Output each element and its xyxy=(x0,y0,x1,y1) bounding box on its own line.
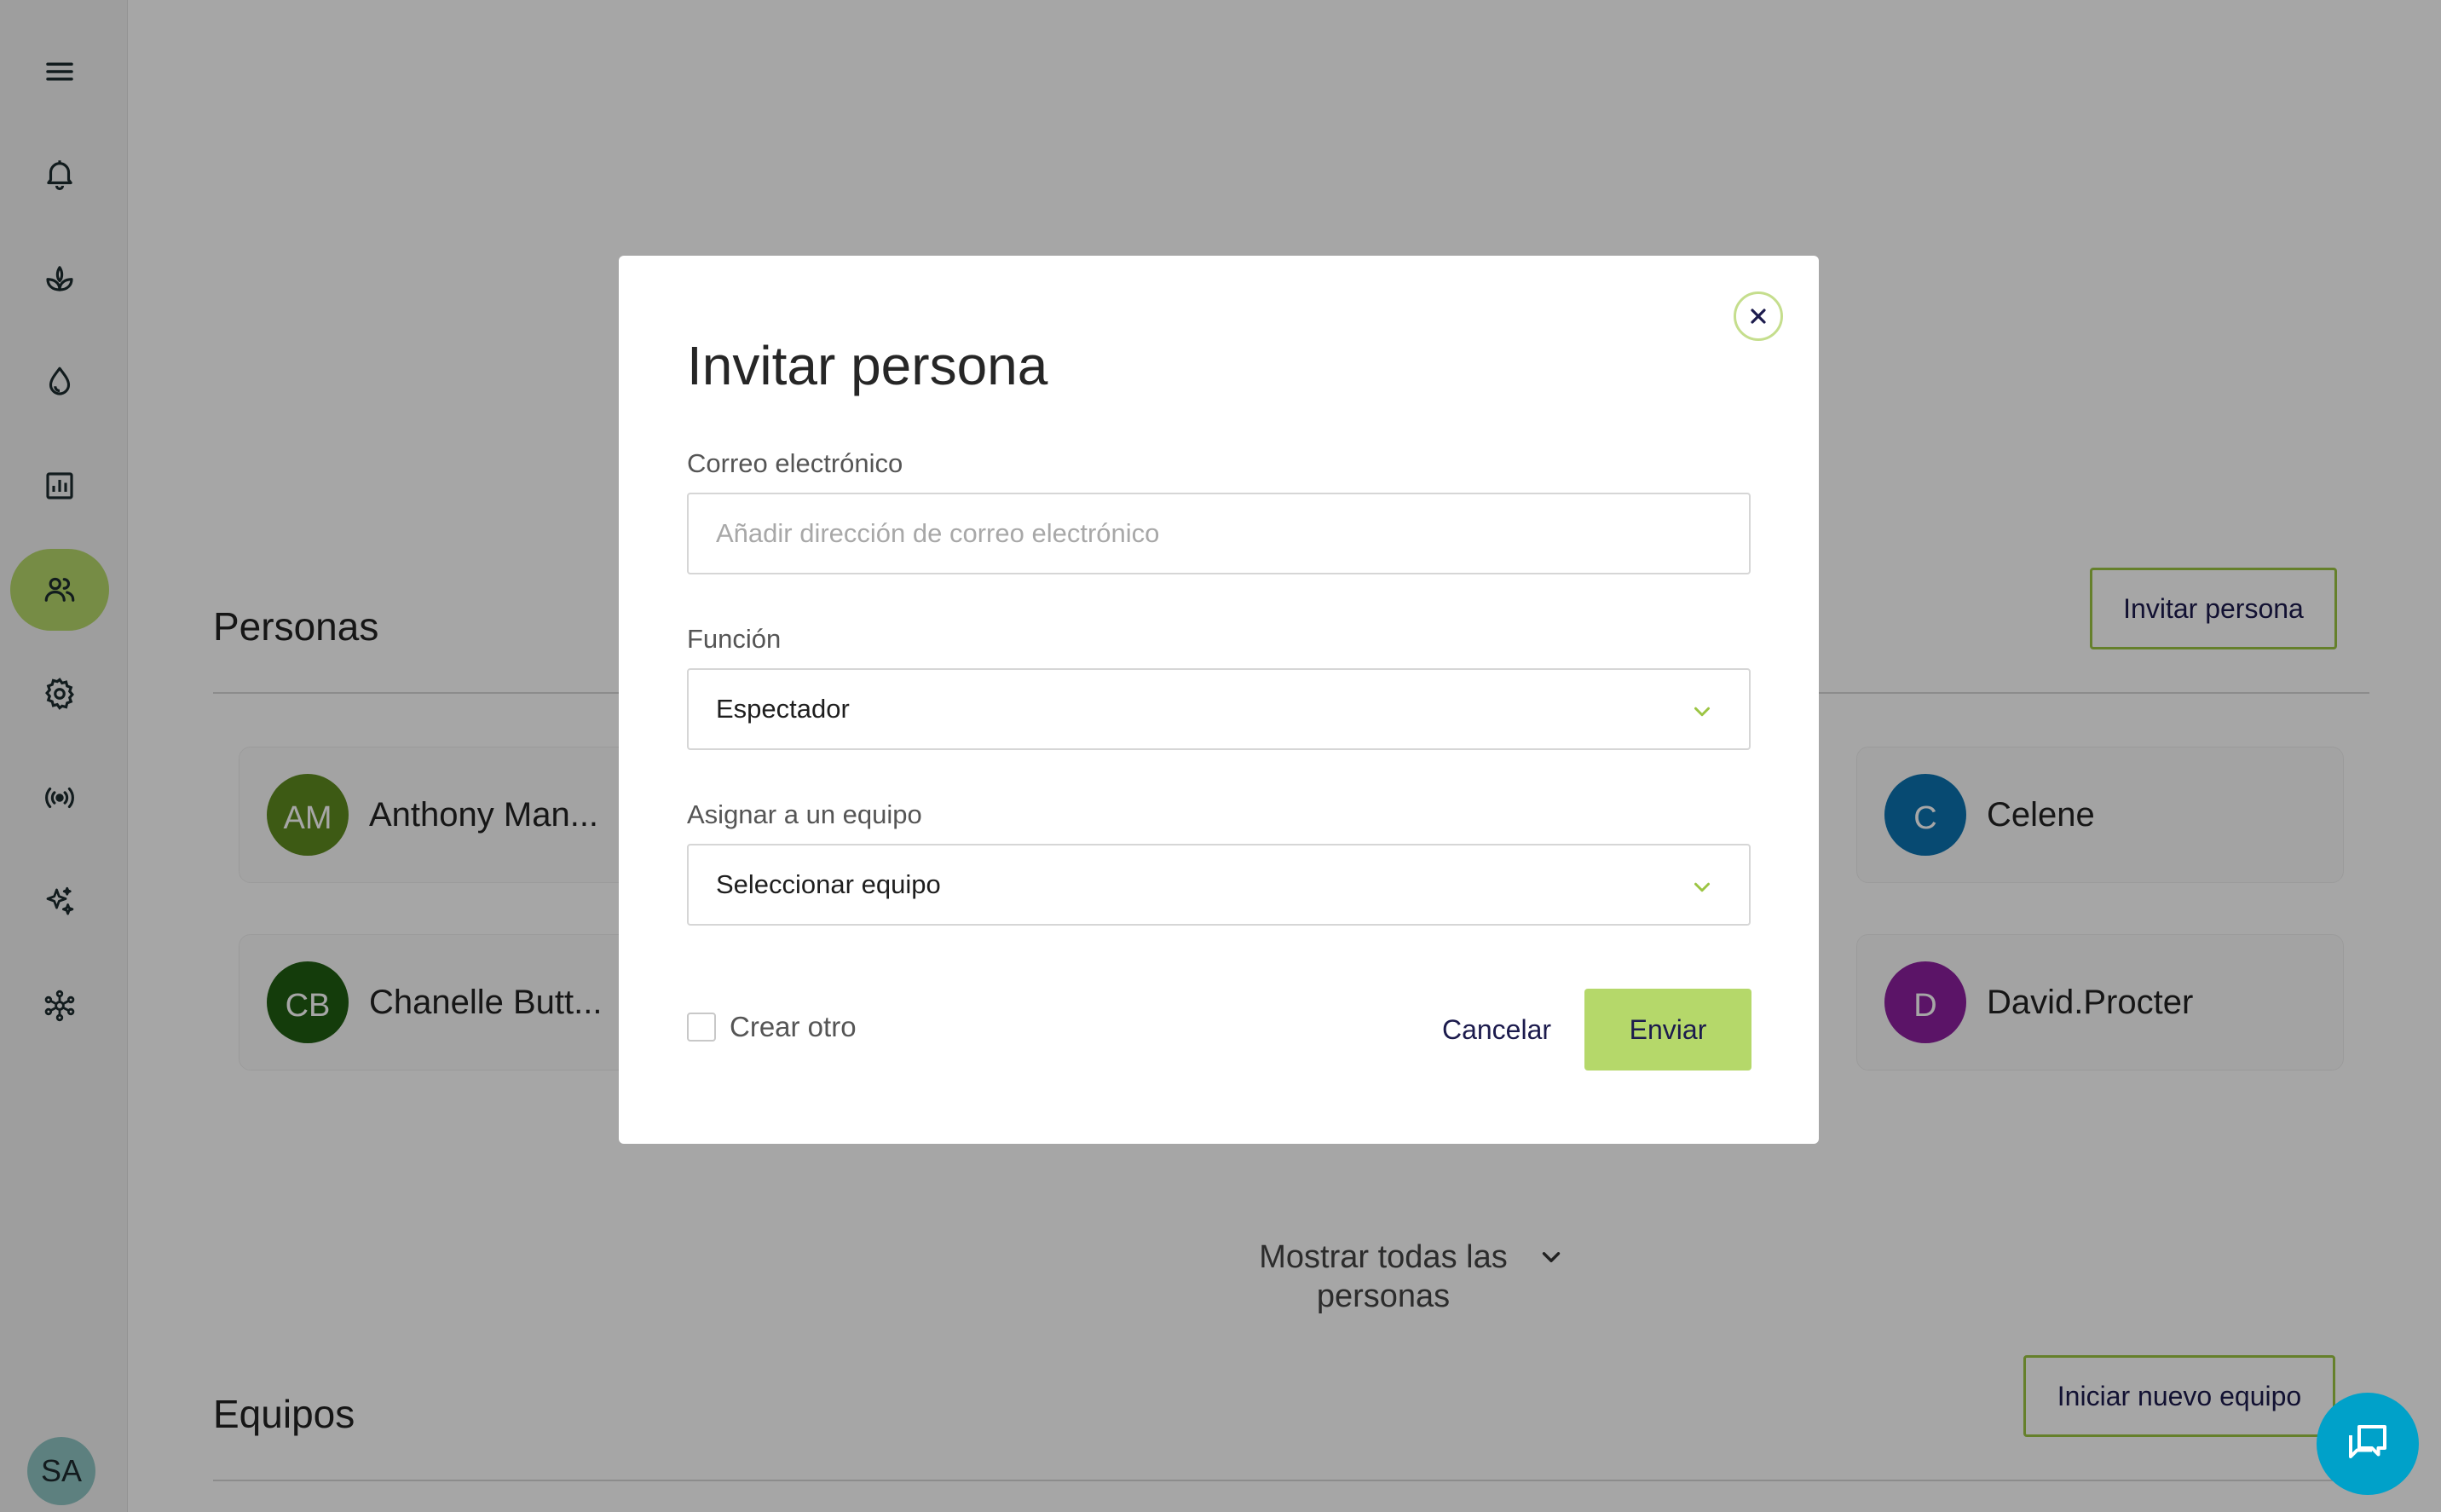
create-another-checkbox[interactable] xyxy=(687,1013,716,1042)
email-label: Correo electrónico xyxy=(687,448,903,478)
email-field[interactable]: Añadir dirección de correo electrónico xyxy=(687,493,1751,574)
create-another-option[interactable]: Crear otro xyxy=(687,1011,857,1043)
role-label: Función xyxy=(687,624,782,654)
team-select[interactable]: Seleccionar equipo xyxy=(687,844,1751,926)
close-icon xyxy=(1751,309,1766,324)
team-selected-value: Seleccionar equipo xyxy=(716,869,941,899)
team-label: Asignar a un equipo xyxy=(687,799,922,829)
cancel-button[interactable]: Cancelar xyxy=(1403,989,1590,1071)
dialog-title: Invitar persona xyxy=(687,335,1048,396)
chevron-down-icon xyxy=(1694,882,1710,892)
send-button[interactable]: Enviar xyxy=(1584,989,1751,1071)
email-placeholder: Añadir dirección de correo electrónico xyxy=(716,518,1160,548)
invite-person-dialog: Invitar persona Correo electrónico Añadi… xyxy=(619,256,1819,1144)
chat-icon xyxy=(2349,1425,2386,1458)
close-button[interactable] xyxy=(1734,291,1783,341)
role-select[interactable]: Espectador xyxy=(687,668,1751,750)
app-root: SA Personas Invitar persona AM Anthony M… xyxy=(0,0,2441,1512)
chevron-down-icon xyxy=(1694,707,1710,717)
create-another-label: Crear otro xyxy=(730,1011,857,1042)
role-selected-value: Espectador xyxy=(716,694,850,724)
chat-button[interactable] xyxy=(2317,1393,2419,1495)
